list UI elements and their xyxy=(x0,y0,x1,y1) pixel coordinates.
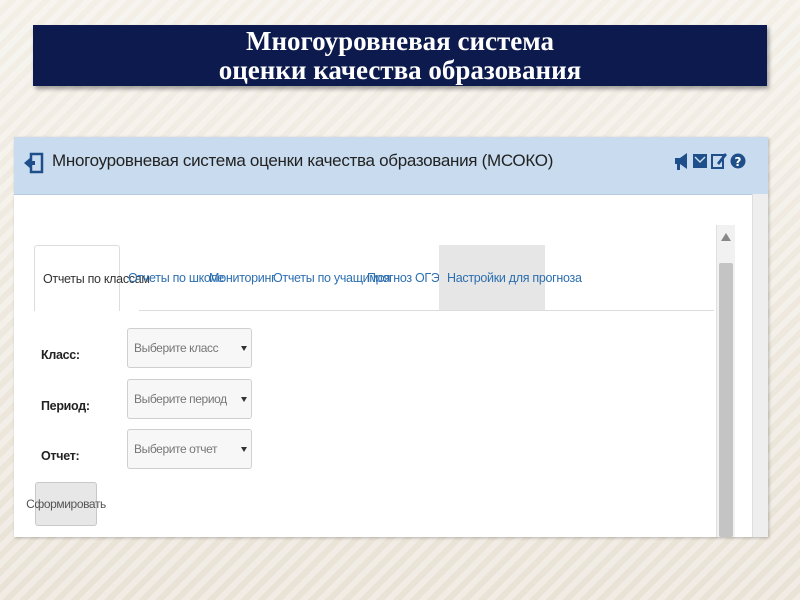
tab-bar: Отчеты по классам Отчеты по школе Монито… xyxy=(34,245,714,311)
class-label: Класс: xyxy=(41,348,80,362)
tab-divider xyxy=(139,310,714,311)
header-icons: ? xyxy=(673,148,746,174)
svg-text:?: ? xyxy=(735,155,742,169)
megaphone-icon[interactable] xyxy=(673,148,689,174)
report-select-value: Выберите отчет xyxy=(134,442,218,456)
period-select-value: Выберите период xyxy=(134,392,227,406)
report-label: Отчет: xyxy=(41,449,80,463)
class-select[interactable]: Выберите класс xyxy=(127,328,252,368)
exit-icon[interactable] xyxy=(22,151,44,175)
period-select[interactable]: Выберите период xyxy=(127,379,252,419)
chevron-down-icon xyxy=(241,447,247,452)
app-title: Многоуровневая система оценки качества о… xyxy=(52,151,554,170)
app-header: Многоуровневая система оценки качества о… xyxy=(14,137,768,195)
vertical-scrollbar[interactable] xyxy=(716,225,735,537)
tab-forecast-settings[interactable]: Настройки для прогноза xyxy=(439,245,582,311)
app-screenshot: Многоуровневая система оценки качества о… xyxy=(14,137,768,537)
slide-title-line2: оценки качества образования xyxy=(218,55,582,85)
help-icon[interactable]: ? xyxy=(730,148,746,174)
tab-class-reports[interactable]: Отчеты по классам xyxy=(34,245,150,311)
chevron-down-icon xyxy=(241,397,247,402)
period-label: Период: xyxy=(41,399,90,413)
page-scrollbar[interactable] xyxy=(752,194,768,537)
class-select-value: Выберите класс xyxy=(134,341,219,355)
scroll-up-icon[interactable] xyxy=(721,233,731,241)
slide-title-line1: Многоуровневая система xyxy=(246,26,554,56)
report-select[interactable]: Выберите отчет xyxy=(127,429,252,469)
edit-icon[interactable] xyxy=(711,148,727,174)
tab-monitoring[interactable]: Мониторинг xyxy=(209,245,276,311)
chevron-down-icon xyxy=(241,346,247,351)
scroll-thumb[interactable] xyxy=(719,263,733,537)
slide-title-banner: Многоуровневая система оценки качества о… xyxy=(33,25,767,86)
generate-button[interactable]: Сформировать xyxy=(26,482,106,526)
mail-icon[interactable] xyxy=(692,148,708,174)
